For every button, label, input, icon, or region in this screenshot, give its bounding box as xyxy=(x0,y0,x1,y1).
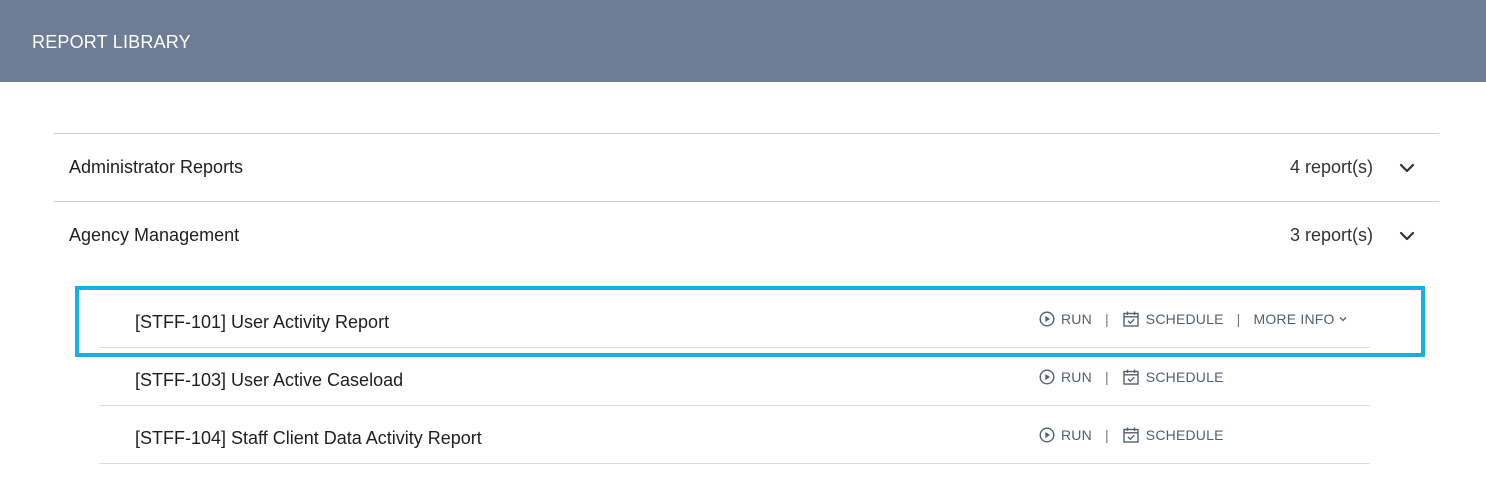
run-label: RUN xyxy=(1061,369,1092,385)
run-label: RUN xyxy=(1061,427,1092,443)
calendar-check-icon xyxy=(1123,427,1139,443)
action-separator: | xyxy=(1104,311,1109,327)
action-separator: | xyxy=(1104,369,1109,385)
run-label: RUN xyxy=(1061,311,1092,327)
schedule-button[interactable]: SCHEDULE xyxy=(1122,310,1224,328)
run-button[interactable]: RUN xyxy=(1039,311,1092,327)
play-circle-icon xyxy=(1039,427,1055,443)
report-title: [STFF-104] Staff Client Data Activity Re… xyxy=(135,428,482,448)
play-circle-icon xyxy=(1039,369,1055,385)
more-info-button[interactable]: MORE INFO xyxy=(1253,311,1353,327)
group-agency-management[interactable]: Agency Management 3 report(s) xyxy=(54,201,1439,269)
chevron-down-icon xyxy=(1339,317,1347,322)
group-name: Agency Management xyxy=(69,225,240,245)
group-name: Administrator Reports xyxy=(69,157,244,177)
group-report-count: 4 report(s) xyxy=(1289,157,1373,177)
run-button[interactable]: RUN xyxy=(1039,369,1092,385)
report-title: [STFF-101] User Activity Report xyxy=(135,312,390,332)
group-administrator-reports[interactable]: Administrator Reports 4 report(s) xyxy=(54,133,1439,201)
report-row-stff-103: [STFF-103] User Active Caseload RUN | SC… xyxy=(99,348,1370,406)
report-row-stff-104: [STFF-104] Staff Client Data Activity Re… xyxy=(99,406,1370,464)
play-circle-icon xyxy=(1039,311,1055,327)
chevron-down-icon[interactable] xyxy=(1397,158,1417,178)
schedule-label: SCHEDULE xyxy=(1145,311,1224,327)
report-title: [STFF-103] User Active Caseload xyxy=(135,370,404,390)
schedule-button[interactable]: SCHEDULE xyxy=(1122,426,1224,444)
schedule-label: SCHEDULE xyxy=(1145,369,1224,385)
group-report-count: 3 report(s) xyxy=(1289,225,1373,245)
report-actions: RUN | SCHEDULE xyxy=(1039,425,1224,445)
action-separator: | xyxy=(1236,311,1241,327)
chevron-down-icon[interactable] xyxy=(1397,226,1417,246)
calendar-check-icon xyxy=(1123,369,1139,385)
more-info-label: MORE INFO xyxy=(1253,311,1335,327)
report-actions: RUN | SCHEDULE xyxy=(1039,367,1224,387)
page-title: REPORT LIBRARY xyxy=(32,32,191,52)
schedule-label: SCHEDULE xyxy=(1145,427,1224,443)
report-row-stff-101: [STFF-101] User Activity Report RUN | SC… xyxy=(99,290,1370,348)
schedule-button[interactable]: SCHEDULE xyxy=(1122,368,1224,386)
page-header: REPORT LIBRARY xyxy=(0,0,1486,82)
calendar-check-icon xyxy=(1123,311,1139,327)
action-separator: | xyxy=(1104,427,1109,443)
run-button[interactable]: RUN xyxy=(1039,427,1092,443)
report-actions: RUN | SCHEDULE | MORE INFO xyxy=(1039,309,1354,329)
